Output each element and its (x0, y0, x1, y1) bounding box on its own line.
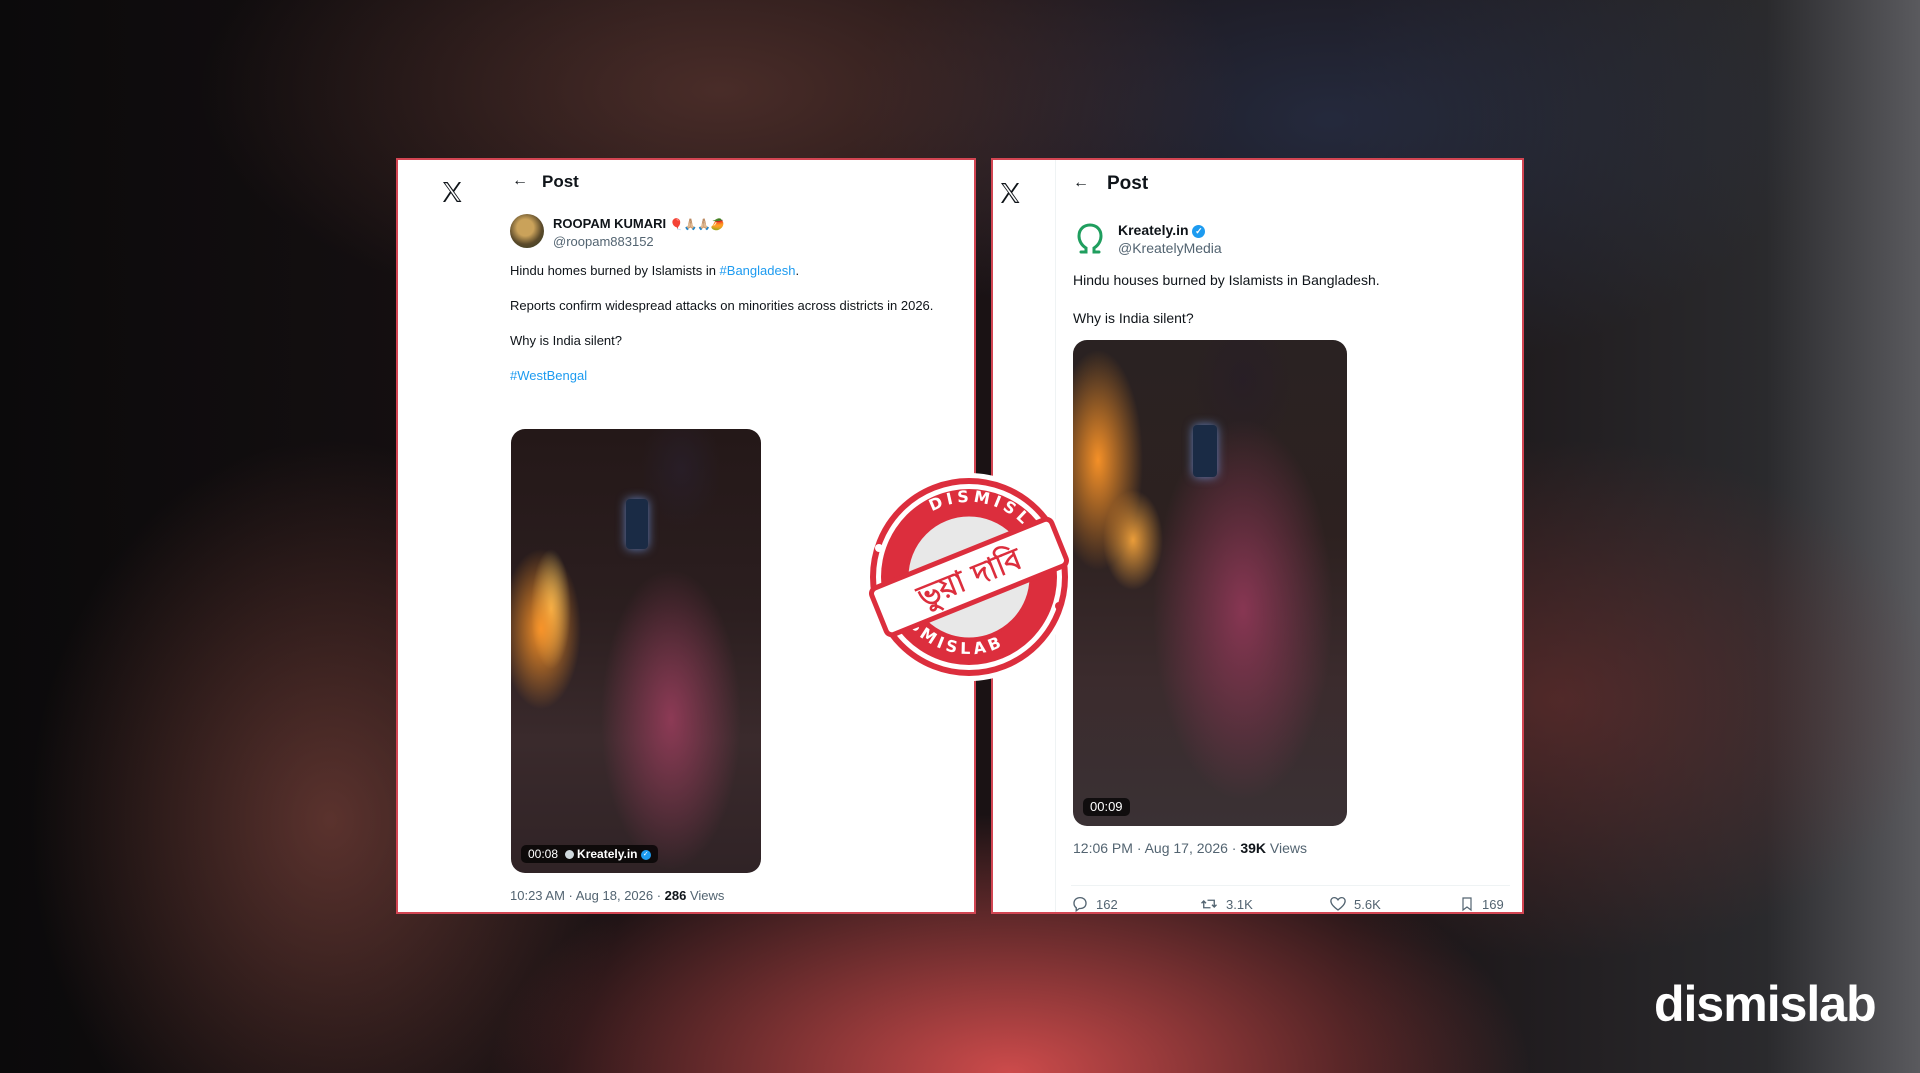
author-handle[interactable]: @roopam883152 (553, 234, 654, 249)
tweet-actions-bar: 162 3.1K 5.6K 169 (1071, 885, 1510, 912)
views-count: 286 (664, 888, 687, 903)
like-count: 5.6K (1354, 896, 1381, 912)
stamp-dot (1055, 602, 1063, 610)
fake-claim-stamp: DISMISLAB DISMISLAB ভুয়া দাবি (865, 470, 1073, 681)
hashtag-bangladesh[interactable]: #Bangladesh (720, 263, 796, 278)
tweet-meta: 12:06 PM · Aug 17, 2026 · 39K Views (1073, 840, 1307, 856)
source-avatar-icon (564, 850, 574, 860)
post-header-title: Post (1107, 173, 1149, 194)
author-emojis: 🎈🙏🏼🙏🏼🥭 (669, 219, 725, 231)
tweet-line-2: Why is India silent? (1073, 310, 1194, 326)
x-logo-icon[interactable] (440, 180, 464, 204)
x-logo-icon[interactable] (998, 181, 1022, 205)
video-duration: 00:09 (1083, 798, 1130, 816)
video-player[interactable]: 00:09 (1073, 340, 1347, 826)
reply-button[interactable]: 162 (1071, 895, 1118, 912)
video-player[interactable]: 00:08 Kreately.in ✓ (511, 429, 761, 873)
video-badge: 00:08 Kreately.in ✓ (521, 845, 658, 863)
bookmark-button[interactable]: 169 (1459, 895, 1504, 912)
hashtag-westbengal[interactable]: #WestBengal (510, 368, 587, 383)
tweet-line-3: Why is India silent? (510, 333, 622, 348)
verified-badge-icon: ✓ (1192, 224, 1206, 238)
views-count: 39K (1240, 840, 1267, 856)
video-duration: 00:08 (528, 847, 559, 861)
dismislab-brand-logo: dismislab (1654, 976, 1877, 1032)
tweet-line-1-text: Hindu homes burned by Islamists in (510, 263, 720, 278)
author-name[interactable]: Kreately.in ✓ (1118, 222, 1206, 238)
avatar[interactable] (1073, 222, 1107, 256)
verified-badge-icon: ✓ (640, 849, 651, 860)
author-name[interactable]: ROOPAM KUMARI 🎈🙏🏼🙏🏼🥭 (553, 216, 725, 231)
views-label: Views (1266, 840, 1308, 856)
repost-icon (1201, 899, 1217, 909)
phone-screen-in-video (1193, 425, 1217, 477)
stamp-dot (875, 544, 883, 552)
tweet-line-1-suffix: . (795, 263, 800, 278)
repost-button[interactable]: 3.1K (1199, 895, 1253, 912)
like-icon (1330, 896, 1346, 911)
repost-count: 3.1K (1226, 896, 1253, 912)
phone-screen-in-video (626, 499, 648, 549)
reply-count: 162 (1096, 896, 1118, 912)
author-handle[interactable]: @KreatelyMedia (1118, 240, 1222, 256)
back-arrow-icon[interactable]: ← (512, 172, 528, 190)
views-label: Views (686, 888, 725, 903)
tweet-line-2: Reports confirm widespread attacks on mi… (510, 298, 934, 313)
tweet-line-1: Hindu homes burned by Islamists in #Bang… (510, 263, 799, 278)
tweet-timestamp[interactable]: 10:23 AM · Aug 18, 2026 · (510, 888, 665, 903)
post-header-title: Post (542, 172, 579, 191)
tweet-meta: 10:23 AM · Aug 18, 2026 · 286 Views (510, 888, 724, 903)
tweet-timestamp[interactable]: 12:06 PM · Aug 17, 2026 · (1073, 840, 1240, 856)
avatar[interactable] (510, 214, 544, 248)
like-button[interactable]: 5.6K (1329, 895, 1381, 912)
bookmark-icon (1462, 897, 1472, 912)
back-arrow-icon[interactable]: ← (1073, 174, 1089, 192)
video-source: Kreately.in (577, 847, 638, 861)
bookmark-count: 169 (1482, 896, 1504, 912)
tweet-line-1: Hindu houses burned by Islamists in Bang… (1073, 272, 1380, 288)
reply-icon (1073, 896, 1087, 912)
